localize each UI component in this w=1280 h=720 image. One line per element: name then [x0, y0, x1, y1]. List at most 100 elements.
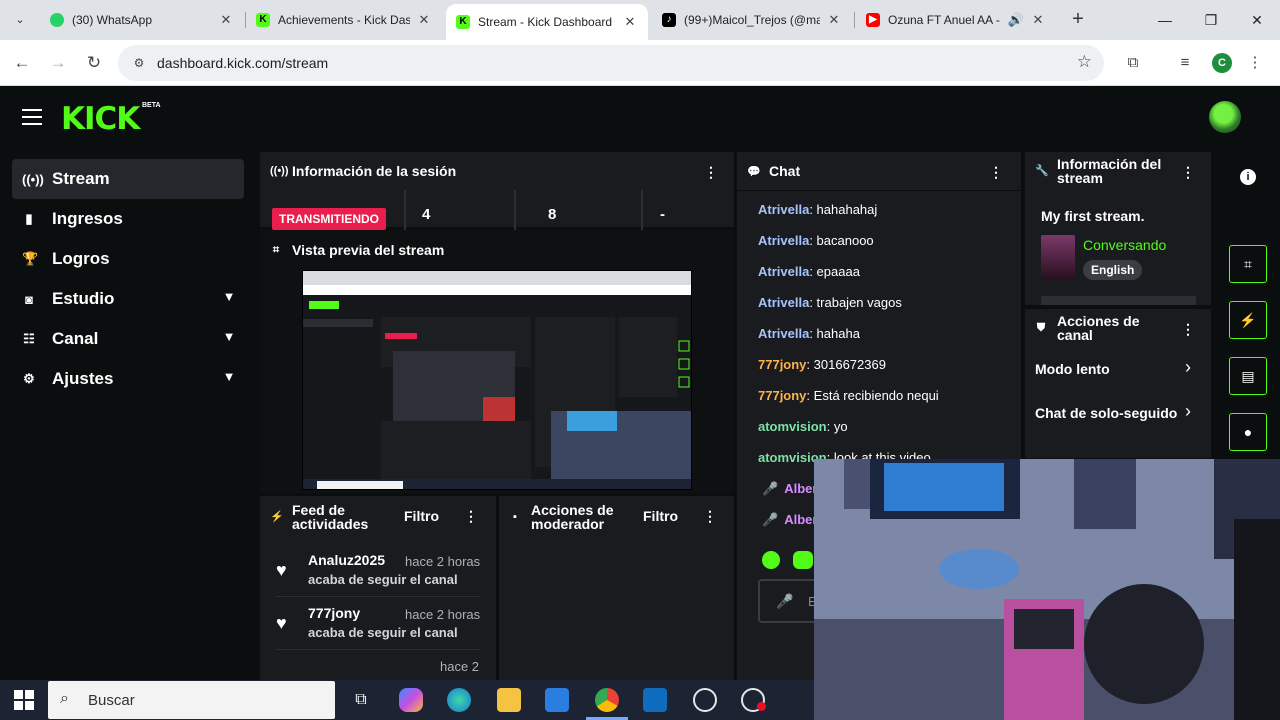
speaker-icon[interactable]: 🔊	[1008, 12, 1024, 28]
close-tab-icon[interactable]: ✕	[1030, 12, 1046, 28]
webcam-overlay	[814, 459, 1280, 720]
bookmark-star-icon[interactable]: ☆	[1077, 52, 1092, 72]
record-indicator-icon	[757, 702, 766, 711]
broadcast-icon: ((•))	[270, 165, 289, 177]
close-tab-icon[interactable]: ✕	[218, 12, 234, 28]
extensions-icon[interactable]: ⧉	[1122, 52, 1144, 74]
chat-message: 🎤 Alber	[762, 481, 818, 496]
stat-value: 4	[422, 206, 431, 223]
menu-icon[interactable]	[22, 109, 42, 125]
kick-icon: K	[256, 13, 270, 27]
outlook-icon[interactable]	[643, 688, 667, 712]
browser-menu-icon[interactable]: ⋮	[1244, 52, 1266, 74]
heart-icon: ♥	[276, 560, 287, 580]
emote-icon[interactable]	[762, 551, 780, 569]
chevron-right-icon[interactable]: ›	[1185, 357, 1191, 378]
channel-actions-menu-icon[interactable]: ⋮	[1181, 321, 1195, 337]
emote-icon[interactable]	[793, 551, 813, 569]
channel-icon: ☷	[23, 331, 35, 346]
chevron-down-icon[interactable]: ▼	[220, 329, 238, 347]
url-text[interactable]: dashboard.kick.com/stream	[157, 55, 328, 71]
followers-only-item[interactable]: Chat de solo-seguido	[1035, 405, 1181, 421]
microphone-icon: 🎤	[762, 512, 779, 527]
back-button[interactable]: ←	[10, 51, 34, 75]
chat-message: 🎤 Alber	[762, 512, 818, 527]
sidebar-item-stream[interactable]: ((•)) Stream	[12, 159, 244, 199]
copilot-icon[interactable]	[399, 688, 423, 712]
capture-icon[interactable]: ⌗	[1229, 245, 1267, 283]
stream-preview-video[interactable]	[302, 270, 692, 490]
task-view-icon[interactable]: ⧉	[349, 688, 373, 712]
mod-menu-icon[interactable]: ⋮	[703, 508, 717, 524]
microphone-icon: 🎤	[762, 481, 779, 496]
notes-icon[interactable]: ▤	[1229, 357, 1267, 395]
edit-button[interactable]	[1041, 296, 1196, 305]
channel-actions-panel: ⛊ Acciones de canal ⋮ Modo lento › Chat …	[1025, 309, 1211, 458]
feed-menu-icon[interactable]: ⋮	[464, 508, 478, 524]
tab-tiktok[interactable]: ♪ (99+)Maicol_Trejos (@ma ✕	[652, 4, 852, 36]
kick-icon: K	[456, 15, 470, 29]
youtube-icon: ▶	[866, 13, 880, 27]
sidebar-item-ajustes[interactable]: ⚙ Ajustes ▼	[12, 359, 244, 399]
mod-filter-button[interactable]: Filtro	[643, 508, 678, 524]
settings-icon: ⚙	[23, 371, 35, 386]
edge-icon[interactable]	[447, 688, 471, 712]
language-badge: English	[1083, 260, 1143, 280]
beta-label: BETA	[142, 102, 161, 109]
stream-info-menu-icon[interactable]: ⋮	[1181, 164, 1195, 180]
chevron-right-icon[interactable]: ›	[1185, 401, 1191, 422]
sidebar-item-logros[interactable]: 🏆 Logros	[12, 239, 244, 279]
media-control-icon[interactable]: ≡	[1174, 52, 1196, 74]
profile-avatar[interactable]: C	[1212, 53, 1232, 73]
slow-mode-item[interactable]: Modo lento	[1035, 361, 1110, 377]
tiktok-icon: ♪	[662, 13, 676, 27]
chat-message: Atrivella: trabajen vagos	[758, 295, 902, 310]
sidebar-item-canal[interactable]: ☷ Canal ▼	[12, 319, 244, 359]
info-icon[interactable]: i	[1240, 169, 1256, 185]
user-avatar[interactable]	[1209, 101, 1241, 133]
chat-menu-icon[interactable]: ⋮	[989, 164, 1003, 180]
heart-icon: ♥	[276, 613, 287, 633]
tab-youtube[interactable]: ▶ Ozuna FT Anuel AA - 🔊 ✕	[856, 4, 1056, 36]
site-info-icon[interactable]: ⚙	[130, 54, 148, 72]
chat-icon: 💬	[747, 165, 761, 178]
tab-search-icon[interactable]: ⌄	[8, 8, 32, 32]
kick-logo[interactable]: KICK	[61, 101, 140, 137]
chrome-icon[interactable]	[595, 688, 619, 712]
close-tab-icon[interactable]: ✕	[622, 14, 638, 30]
minimize-button[interactable]: —	[1150, 8, 1180, 32]
tab-whatsapp[interactable]: (30) WhatsApp ✕	[40, 4, 244, 36]
close-window-button[interactable]: ✕	[1242, 8, 1272, 32]
session-menu-icon[interactable]: ⋮	[704, 164, 718, 180]
windows-start-icon[interactable]	[14, 690, 34, 710]
store-icon[interactable]	[545, 688, 569, 712]
trophy-icon: 🏆	[22, 251, 39, 266]
chat-message: atomvision: yo	[758, 419, 848, 434]
chevron-down-icon[interactable]: ▼	[220, 289, 238, 307]
lightning-icon[interactable]: ⚡	[1229, 301, 1267, 339]
sidebar-item-estudio[interactable]: ◙ Estudio ▼	[12, 279, 244, 319]
close-tab-icon[interactable]: ✕	[826, 12, 842, 28]
taskbar-search[interactable]: ⌕ Buscar	[48, 681, 335, 719]
file-explorer-icon[interactable]	[497, 688, 521, 712]
chevron-down-icon[interactable]: ▼	[220, 369, 238, 387]
stat-value: 8	[548, 206, 557, 223]
live-status-badge: TRANSMITIENDO	[272, 208, 386, 230]
chat-bubble-icon[interactable]: ●	[1229, 413, 1267, 451]
sidebar-item-ingresos[interactable]: ▮ Ingresos	[12, 199, 244, 239]
forward-button[interactable]: →	[46, 51, 70, 75]
lightning-icon: ⚡	[270, 511, 284, 523]
obs-icon[interactable]	[693, 688, 717, 712]
feed-filter-button[interactable]: Filtro	[404, 508, 439, 524]
webcam-image	[814, 459, 1280, 720]
restore-button[interactable]: ❐	[1196, 8, 1226, 32]
reload-button[interactable]: ↻	[82, 51, 106, 75]
new-tab-button[interactable]: +	[1066, 8, 1090, 32]
category-name[interactable]: Conversando	[1083, 237, 1166, 253]
tab-achievements[interactable]: K Achievements - Kick Dashboard ✕	[246, 4, 442, 36]
close-tab-icon[interactable]: ✕	[416, 12, 432, 28]
browser-tab-bar: ⌄ (30) WhatsApp ✕ K Achievements - Kick …	[0, 0, 1280, 40]
tab-stream-active[interactable]: K Stream - Kick Dashboard ✕	[446, 4, 648, 40]
omnibox[interactable]: ⚙ dashboard.kick.com/stream ☆	[118, 45, 1104, 81]
chat-message: Atrivella: hahahahaj	[758, 202, 878, 217]
